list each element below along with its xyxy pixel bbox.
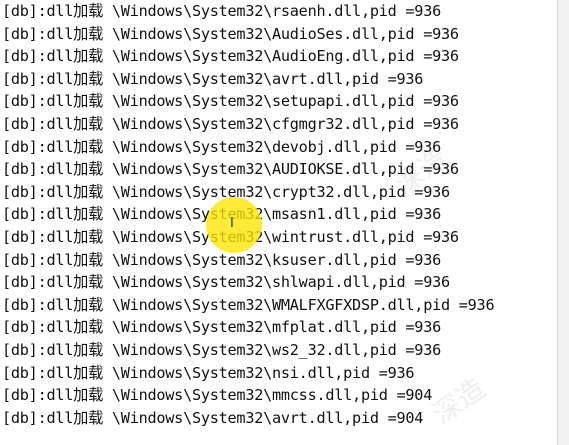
log-line: [db]:dll加载 \Windows\System32\devobj.dll,… bbox=[2, 137, 441, 156]
log-line: [db]:dll加载 \Windows\System32\wintrust.dl… bbox=[2, 227, 459, 246]
log-line: [db]:dll加载 \Windows\System32\msasn1.dll,… bbox=[2, 205, 441, 224]
log-line: [db]:dll加载 \Windows\System32\mmcss.dll,p… bbox=[2, 386, 433, 405]
log-line: [db]:dll加载 \Windows\System32\AudioEng.dl… bbox=[2, 47, 459, 66]
log-line: [db]:dll加载 \Windows\System32\rsaenh.dll,… bbox=[2, 2, 441, 20]
log-line: [db]:dll加载 \Windows\System32\nsi.dll,pid… bbox=[2, 363, 415, 382]
log-line: [db]:dll加载 \Windows\System32\cfgmgr32.dl… bbox=[2, 114, 459, 133]
log-output-panel[interactable]: [db]:dll加载 \Windows\System32\rsaenh.dll,… bbox=[0, 0, 557, 445]
log-line: [db]:dll加载 \Windows\System32\crypt32.dll… bbox=[2, 182, 450, 201]
log-lines: [db]:dll加载 \Windows\System32\rsaenh.dll,… bbox=[2, 0, 495, 429]
log-line: [db]:dll加载 \Windows\System32\avrt.dll,pi… bbox=[2, 69, 424, 88]
log-line: [db]:dll加载 \Windows\System32\mfplat.dll,… bbox=[2, 318, 441, 337]
log-line: [db]:dll加载 \Windows\System32\WMALFXGFXDS… bbox=[2, 295, 495, 314]
log-line: [db]:dll加载 \Windows\System32\ws2_32.dll,… bbox=[2, 340, 441, 359]
log-line: [db]:dll加载 \Windows\System32\shlwapi.dll… bbox=[2, 273, 450, 292]
log-line: [db]:dll加载 \Windows\System32\avrt.dll,pi… bbox=[2, 408, 424, 427]
vertical-scrollbar[interactable] bbox=[557, 0, 569, 445]
log-line: [db]:dll加载 \Windows\System32\ksuser.dll,… bbox=[2, 250, 441, 269]
log-line: [db]:dll加载 \Windows\System32\AudioSes.dl… bbox=[2, 24, 459, 43]
log-line: [db]:dll加载 \Windows\System32\setupapi.dl… bbox=[2, 92, 459, 111]
log-line: [db]:dll加载 \Windows\System32\AUDIOKSE.dl… bbox=[2, 160, 459, 179]
